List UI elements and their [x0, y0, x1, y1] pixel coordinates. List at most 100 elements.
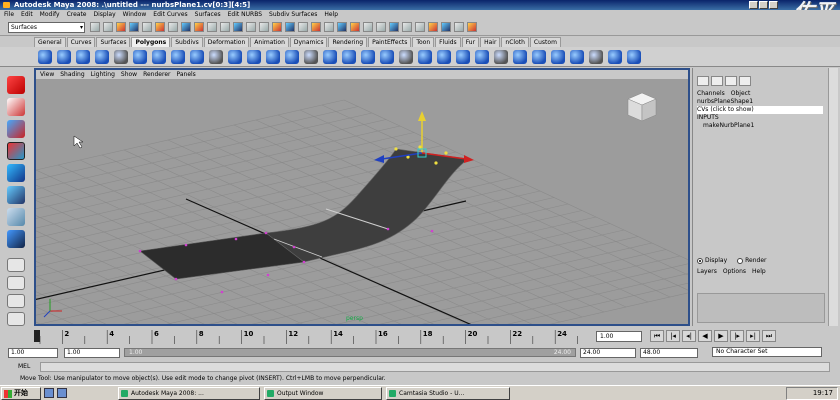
- go-to-start-icon[interactable]: ⏮: [650, 330, 664, 342]
- maximize-button[interactable]: [759, 1, 768, 9]
- current-frame-field[interactable]: 1.00: [596, 331, 642, 342]
- play-backwards-icon[interactable]: ◀: [698, 330, 712, 342]
- shelf-tab[interactable]: Hair: [480, 37, 501, 47]
- polygon-shelf-tool-icon[interactable]: [608, 49, 622, 64]
- taskbar-maya[interactable]: Autodesk Maya 2008: ...: [118, 387, 260, 400]
- close-button[interactable]: [769, 1, 778, 9]
- layer-list[interactable]: [697, 293, 825, 323]
- shelf-tab[interactable]: General: [34, 37, 66, 47]
- polygon-shelf-tool-icon[interactable]: [304, 49, 318, 64]
- status-tool-icon[interactable]: [207, 22, 217, 32]
- polygon-shelf-tool-icon[interactable]: [133, 49, 147, 64]
- manipulator-tool-icon[interactable]: [7, 208, 25, 226]
- status-tool-icon[interactable]: [259, 22, 269, 32]
- menu-item[interactable]: Help: [324, 10, 338, 19]
- channels-menu[interactable]: Channels: [697, 90, 725, 97]
- control-vertex[interactable]: [302, 260, 306, 264]
- animation-end-field[interactable]: 48.00: [640, 348, 698, 358]
- panel-menu-item[interactable]: Show: [121, 70, 137, 79]
- tool-settings-toggle-icon[interactable]: [711, 76, 723, 86]
- taskbar-camtasia[interactable]: Camtasia Studio - U...: [386, 387, 510, 400]
- perspective-viewport[interactable]: View Shading Lighting Show Renderer Panels: [34, 68, 690, 326]
- status-tool-icon[interactable]: [402, 22, 412, 32]
- polygon-shelf-tool-icon[interactable]: [570, 49, 584, 64]
- input-node-name[interactable]: makeNurbPlane1: [697, 122, 823, 130]
- menu-item[interactable]: Surfaces: [195, 10, 221, 19]
- status-tool-icon[interactable]: [376, 22, 386, 32]
- four-view-layout-icon[interactable]: [7, 276, 25, 290]
- single-view-layout-icon[interactable]: [7, 258, 25, 272]
- shelf-tab[interactable]: Curves: [66, 37, 96, 47]
- menu-set-dropdown[interactable]: Surfaces: [8, 22, 85, 33]
- menu-item[interactable]: Subdiv Surfaces: [269, 10, 317, 19]
- play-forwards-icon[interactable]: ▶: [714, 330, 728, 342]
- shelf-tab[interactable]: Deformation: [203, 37, 250, 47]
- layers-menu[interactable]: Layers: [697, 268, 717, 275]
- shelf-tab[interactable]: Toon: [412, 37, 435, 47]
- shelf-tab[interactable]: Surfaces: [96, 37, 131, 47]
- status-tool-icon[interactable]: [389, 22, 399, 32]
- character-set-menu[interactable]: No Character Set: [712, 347, 822, 357]
- control-vertex[interactable]: [444, 151, 448, 155]
- shelf-tab[interactable]: Fluids: [435, 37, 461, 47]
- paint-select-tool-icon[interactable]: [7, 120, 25, 138]
- status-tool-icon[interactable]: [311, 22, 321, 32]
- minimize-button[interactable]: [749, 1, 758, 9]
- go-to-end-icon[interactable]: ⏭: [762, 330, 776, 342]
- polygon-shelf-tool-icon[interactable]: [228, 49, 242, 64]
- status-tool-icon[interactable]: [441, 22, 451, 32]
- shelf-tab[interactable]: Subdivs: [171, 37, 203, 47]
- polygon-shelf-tool-icon[interactable]: [247, 49, 261, 64]
- render-radio[interactable]: Render: [737, 257, 767, 264]
- polygon-shelf-tool-icon[interactable]: [532, 49, 546, 64]
- polygon-shelf-tool-icon[interactable]: [342, 49, 356, 64]
- control-vertex[interactable]: [264, 231, 268, 235]
- persp-graph-layout-icon[interactable]: [7, 312, 25, 326]
- status-tool-icon[interactable]: [220, 22, 230, 32]
- attribute-editor-toggle-icon[interactable]: [697, 76, 709, 86]
- options-menu[interactable]: Options: [723, 268, 746, 275]
- browser-icon[interactable]: [57, 388, 67, 398]
- shelf-tab[interactable]: Animation: [250, 37, 289, 47]
- control-vertex[interactable]: [234, 237, 238, 241]
- view-cube-icon[interactable]: [627, 92, 657, 122]
- status-tool-icon[interactable]: [363, 22, 373, 32]
- panel-menu-item[interactable]: Shading: [60, 70, 84, 79]
- polygon-shelf-tool-icon[interactable]: [399, 49, 413, 64]
- status-tool-icon[interactable]: [181, 22, 191, 32]
- lasso-tool-icon[interactable]: [7, 98, 25, 116]
- panel-menu-item[interactable]: Lighting: [91, 70, 115, 79]
- shape-node-name[interactable]: nurbsPlaneShape1: [697, 98, 823, 106]
- polygon-shelf-tool-icon[interactable]: [475, 49, 489, 64]
- current-time-marker[interactable]: [34, 330, 40, 342]
- command-input[interactable]: [40, 362, 830, 372]
- time-slider-ruler[interactable]: 2 4 6 8 10 12 14 16 18 20 22 24: [34, 328, 594, 344]
- status-tool-icon[interactable]: [103, 22, 113, 32]
- status-tool-icon[interactable]: [155, 22, 165, 32]
- status-tool-icon[interactable]: [272, 22, 282, 32]
- step-forward-key-icon[interactable]: ▸|: [746, 330, 760, 342]
- polygon-shelf-tool-icon[interactable]: [551, 49, 565, 64]
- status-tool-icon[interactable]: [168, 22, 178, 32]
- layer-editor-toggle-icon[interactable]: [739, 76, 751, 86]
- status-tool-icon[interactable]: [246, 22, 256, 32]
- control-vertex[interactable]: [394, 147, 398, 151]
- status-tool-icon[interactable]: [285, 22, 295, 32]
- control-vertex[interactable]: [138, 249, 142, 253]
- polygon-shelf-tool-icon[interactable]: [114, 49, 128, 64]
- polygon-shelf-tool-icon[interactable]: [38, 49, 52, 64]
- status-tool-icon[interactable]: [350, 22, 360, 32]
- status-tool-icon[interactable]: [233, 22, 243, 32]
- persp-outliner-layout-icon[interactable]: [7, 294, 25, 308]
- panel-menu-item[interactable]: Panels: [176, 70, 195, 79]
- polygon-shelf-tool-icon[interactable]: [57, 49, 71, 64]
- rotate-tool-icon[interactable]: [7, 164, 25, 182]
- step-back-frame-icon[interactable]: ◂|: [682, 330, 696, 342]
- shelf-tab[interactable]: PaintEffects: [368, 37, 412, 47]
- scale-tool-icon[interactable]: [7, 186, 25, 204]
- mel-label[interactable]: MEL: [18, 363, 30, 370]
- polygon-shelf-tool-icon[interactable]: [209, 49, 223, 64]
- status-tool-icon[interactable]: [194, 22, 204, 32]
- menu-item[interactable]: Modify: [40, 10, 60, 19]
- polygon-shelf-tool-icon[interactable]: [627, 49, 641, 64]
